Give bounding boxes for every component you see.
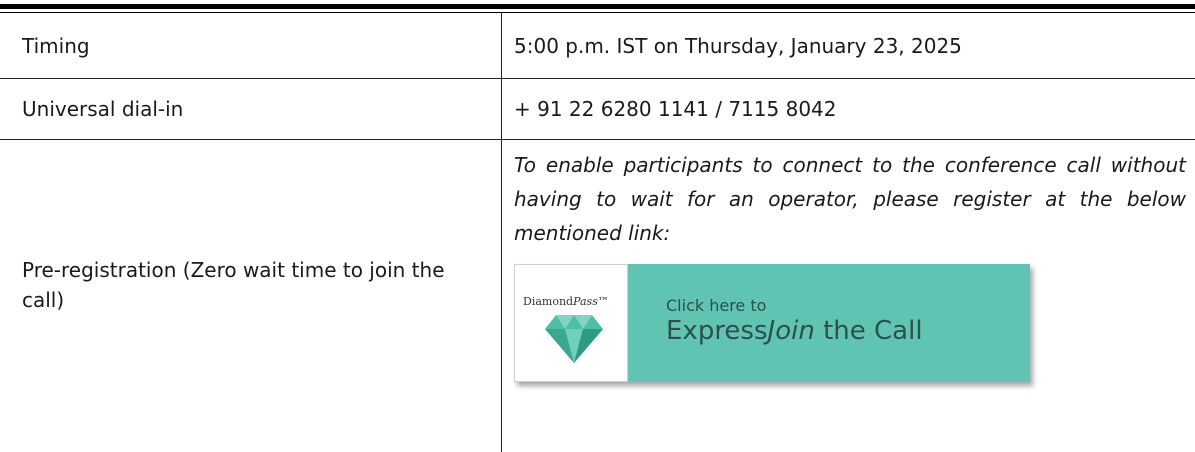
diamond-icon: [545, 315, 603, 363]
pre-registration-text: To enable participants to connect to the…: [514, 153, 1186, 245]
row-divider: [0, 139, 1195, 140]
cta-line-1: Click here to: [666, 296, 767, 315]
diamondpass-logo: DiamondPass™: [523, 295, 609, 308]
timing-label: Timing: [22, 34, 90, 58]
express-join-panel: Click here to ExpressJoin the Call: [628, 264, 1030, 382]
pre-registration-label: Pre-registration (Zero wait time to join…: [22, 258, 445, 312]
cta-line-2: ExpressJoin the Call: [666, 316, 923, 346]
table-top-rule: [0, 4, 1195, 9]
diamondpass-logo-panel: DiamondPass™: [514, 264, 628, 382]
dial-in-value: + 91 22 6280 1141 / 7115 8042: [514, 97, 837, 121]
express-join-banner-link[interactable]: DiamondPass™ Click here to ExpressJoin t…: [514, 264, 1030, 382]
dial-in-label: Universal dial-in: [22, 97, 184, 121]
column-divider: [501, 13, 502, 452]
row-divider: [0, 78, 1195, 79]
table-top-rule-thin: [0, 12, 1195, 13]
timing-value: 5:00 p.m. IST on Thursday, January 23, 2…: [514, 34, 962, 58]
